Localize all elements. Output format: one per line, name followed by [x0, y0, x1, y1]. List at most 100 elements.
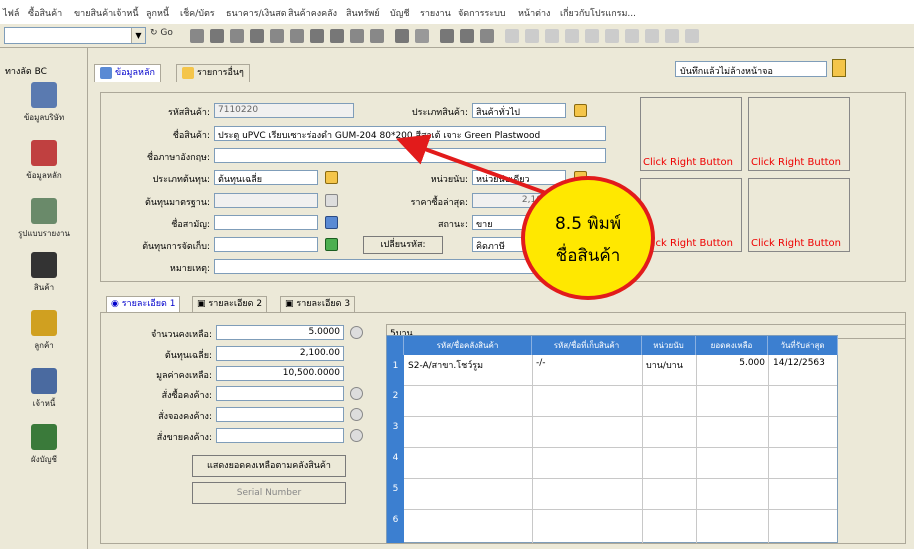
tool-icon[interactable]: [545, 29, 559, 43]
calculator-icon[interactable]: [325, 194, 338, 207]
right-click-button[interactable]: Click Right Button: [640, 97, 742, 171]
print-icon[interactable]: [250, 29, 264, 43]
tool-icon[interactable]: [625, 29, 639, 43]
menu-window[interactable]: หน้าต่าง: [518, 6, 550, 20]
tool-icon[interactable]: [415, 29, 429, 43]
tab-other-items[interactable]: รายการอื่นๆ: [176, 64, 250, 82]
tab-main-info[interactable]: ข้อมูลหลัก: [94, 64, 161, 82]
menu-payables[interactable]: เจ้าหนี้: [113, 6, 139, 20]
table-cell[interactable]: 5.000: [697, 358, 765, 368]
unit-field[interactable]: หน่วยนับเดียว: [472, 170, 566, 185]
product-code-field[interactable]: 7110220: [214, 103, 354, 118]
sidebar-item-company[interactable]: ข้อมูลบริษัท: [0, 82, 88, 124]
avg-cost-field[interactable]: 2,100.00: [216, 346, 344, 361]
save-mode-button[interactable]: [832, 59, 846, 77]
find-icon[interactable]: [370, 29, 384, 43]
serial-number-button[interactable]: Serial Number: [192, 482, 346, 504]
tool-icon[interactable]: [395, 29, 409, 43]
right-click-button[interactable]: Click Right Button: [640, 178, 742, 252]
menu-sales[interactable]: ขายสินค้า: [74, 6, 113, 20]
po-field[interactable]: [216, 386, 344, 401]
menu-file[interactable]: ไฟล์: [3, 6, 19, 20]
save-mode-select[interactable]: บันทึกแล้วไม่ล้างหน้าจอ: [675, 61, 827, 77]
tool-icon[interactable]: [480, 29, 494, 43]
right-click-button[interactable]: Click Right Button: [748, 178, 850, 252]
grid-icon[interactable]: [325, 238, 338, 251]
table-cell[interactable]: บาน/บาน: [643, 358, 683, 372]
sidebar-item-chart-of-accounts[interactable]: ผังบัญชี: [0, 424, 88, 466]
magnify-icon[interactable]: [350, 387, 363, 400]
show-warehouse-balance-button[interactable]: แสดงยอดคงเหลือตามคลังสินค้า: [192, 455, 346, 477]
tool-icon[interactable]: [585, 29, 599, 43]
product-name-field[interactable]: ประตู uPVC เรียบเซาะร่องดำ GUM-204 80*20…: [214, 126, 606, 141]
grid-header[interactable]: หน่วยนับ: [642, 336, 696, 355]
sidebar-item-creditor[interactable]: เจ้าหนี้: [0, 368, 88, 410]
back-arrow-icon[interactable]: [270, 29, 284, 43]
menu-cheque[interactable]: เช็ค/บัตร: [180, 6, 215, 20]
magnify-icon[interactable]: [350, 326, 363, 339]
tab-detail-3[interactable]: ▣ รายละเอียด 3: [280, 296, 356, 312]
sidebar-item-master[interactable]: ข้อมูลหลัก: [0, 140, 88, 182]
tool-icon[interactable]: [565, 29, 579, 43]
tool-icon[interactable]: [685, 29, 699, 43]
last-icon[interactable]: [330, 29, 344, 43]
lookup-icon[interactable]: [574, 104, 587, 117]
tool-icon[interactable]: [505, 29, 519, 43]
go-button[interactable]: ↻ Go: [150, 28, 173, 38]
chevron-down-icon[interactable]: ▼: [131, 28, 145, 43]
tool-icon[interactable]: [460, 29, 474, 43]
save-icon[interactable]: [210, 29, 224, 43]
sidebar-item-product[interactable]: สินค้า: [0, 252, 88, 294]
refresh-icon[interactable]: [350, 29, 364, 43]
table-cell[interactable]: 14/12/2563: [770, 358, 825, 368]
lookup-icon[interactable]: [325, 171, 338, 184]
first-icon[interactable]: [310, 29, 324, 43]
stock-value-field[interactable]: 10,500.0000: [216, 366, 344, 381]
right-click-button[interactable]: Click Right Button: [748, 97, 850, 171]
storage-cost-field[interactable]: [214, 237, 318, 252]
tab-detail-1[interactable]: ◉ รายละเอียด 1: [106, 296, 181, 312]
cost-type-field[interactable]: ต้นทุนเฉลี่ย: [214, 170, 318, 185]
table-cell[interactable]: S2-A/สาขา.โชว์รูม: [405, 358, 483, 372]
qty-field[interactable]: 5.0000: [216, 325, 344, 340]
menu-bank[interactable]: ธนาคาร/เงินสด: [226, 6, 287, 20]
menu-accounting[interactable]: บัญชี: [390, 6, 410, 20]
sidebar-item-customer[interactable]: ลูกค้า: [0, 310, 88, 352]
reserve-field[interactable]: [216, 407, 344, 422]
menu-receivables[interactable]: ลูกหนี้: [146, 6, 169, 20]
edit-icon[interactable]: [230, 29, 244, 43]
table-cell[interactable]: -/-: [533, 358, 546, 368]
tool-icon[interactable]: [440, 29, 454, 43]
std-cost-field[interactable]: [214, 193, 318, 208]
common-name-field[interactable]: [214, 215, 318, 230]
magnify-icon[interactable]: [350, 408, 363, 421]
tool-icon[interactable]: [605, 29, 619, 43]
type-label: ประเภทสินค้า:: [411, 108, 468, 118]
grid-header[interactable]: ยอดคงเหลือ: [696, 336, 768, 355]
sidebar-item-report-format[interactable]: รูปแบบรายงาน: [0, 198, 88, 240]
tool-icon[interactable]: [665, 29, 679, 43]
tool-icon[interactable]: [645, 29, 659, 43]
english-name-field[interactable]: [214, 148, 606, 163]
grid-header[interactable]: วันที่รับล่าสุด: [768, 336, 838, 355]
tab-label: รายละเอียด 2: [208, 299, 263, 309]
grid-header[interactable]: รหัส/ชื่อที่เก็บสินค้า: [532, 336, 642, 355]
tab-detail-2[interactable]: ▣ รายละเอียด 2: [192, 296, 268, 312]
grid-header[interactable]: รหัส/ชื่อคลังสินค้า: [404, 336, 532, 355]
menu-purchase[interactable]: ซื้อสินค้า: [28, 6, 62, 20]
menu-assets[interactable]: สินทรัพย์: [346, 6, 380, 20]
magnify-icon[interactable]: [350, 429, 363, 442]
toolbar-combo[interactable]: ▼: [4, 27, 146, 44]
menu-reports[interactable]: รายงาน: [420, 6, 451, 20]
change-code-button[interactable]: เปลี่ยนรหัส:: [363, 236, 443, 254]
document-icon[interactable]: [325, 216, 338, 229]
new-icon[interactable]: [190, 29, 204, 43]
menu-inventory[interactable]: สินค้าคงคลัง: [288, 6, 337, 20]
tool-icon[interactable]: [525, 29, 539, 43]
so-field[interactable]: [216, 428, 344, 443]
menu-about[interactable]: เกี่ยวกับโปรแกรม...: [560, 6, 636, 20]
grid-divider: [696, 355, 697, 543]
product-type-field[interactable]: สินค้าทั่วไป: [472, 103, 566, 118]
menu-system[interactable]: จัดการระบบ: [458, 6, 506, 20]
forward-arrow-icon[interactable]: [290, 29, 304, 43]
